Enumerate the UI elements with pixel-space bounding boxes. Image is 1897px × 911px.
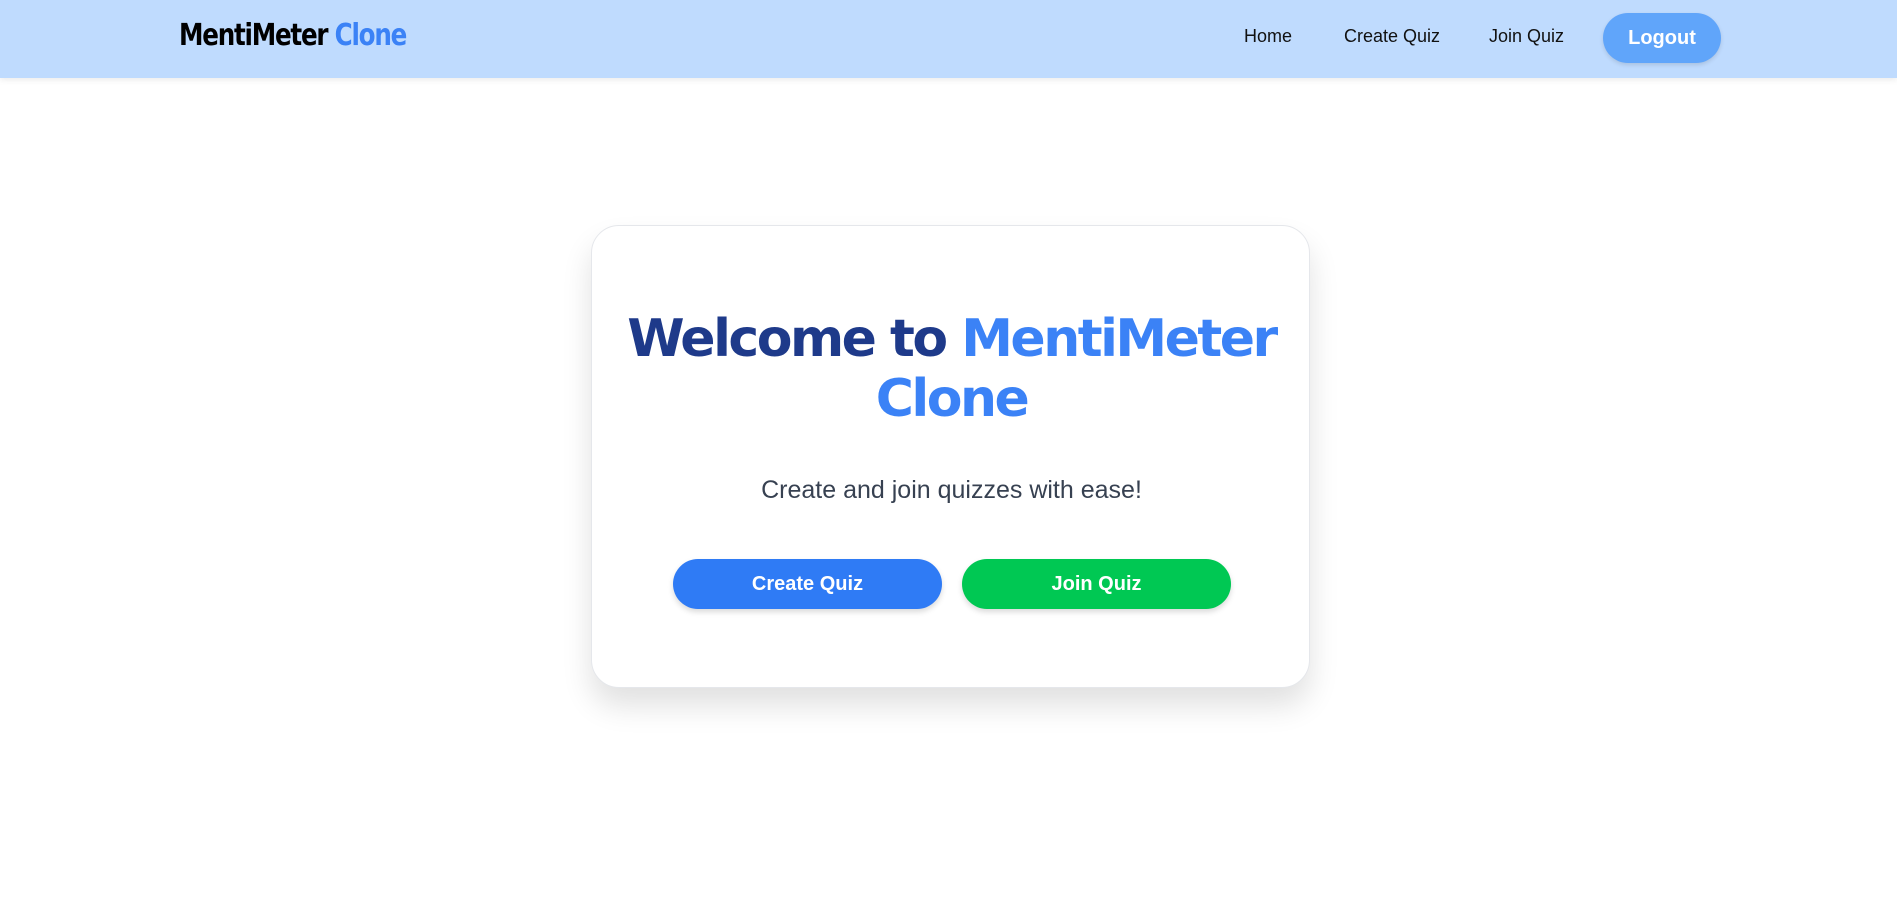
- create-quiz-button[interactable]: Create Quiz: [673, 559, 942, 609]
- welcome-title-primary: Welcome to: [627, 309, 948, 369]
- welcome-subtitle: Create and join quizzes with ease!: [761, 476, 1142, 504]
- nav-link-join-quiz[interactable]: Join Quiz: [1489, 26, 1564, 47]
- join-quiz-button[interactable]: Join Quiz: [962, 559, 1231, 609]
- welcome-card: Welcome to MentiMeter Clone Create and j…: [591, 225, 1310, 688]
- brand-primary: MentiMeter: [179, 18, 329, 53]
- nav-link-home[interactable]: Home: [1244, 26, 1292, 47]
- brand-accent: Clone: [334, 18, 408, 53]
- brand-logo[interactable]: MentiMeter Clone: [179, 18, 408, 53]
- welcome-title: Welcome to MentiMeter Clone: [592, 309, 1311, 429]
- logout-button[interactable]: Logout: [1603, 13, 1721, 63]
- nav-link-create-quiz[interactable]: Create Quiz: [1344, 26, 1440, 47]
- navbar: MentiMeter Clone Home Create Quiz Join Q…: [0, 0, 1897, 78]
